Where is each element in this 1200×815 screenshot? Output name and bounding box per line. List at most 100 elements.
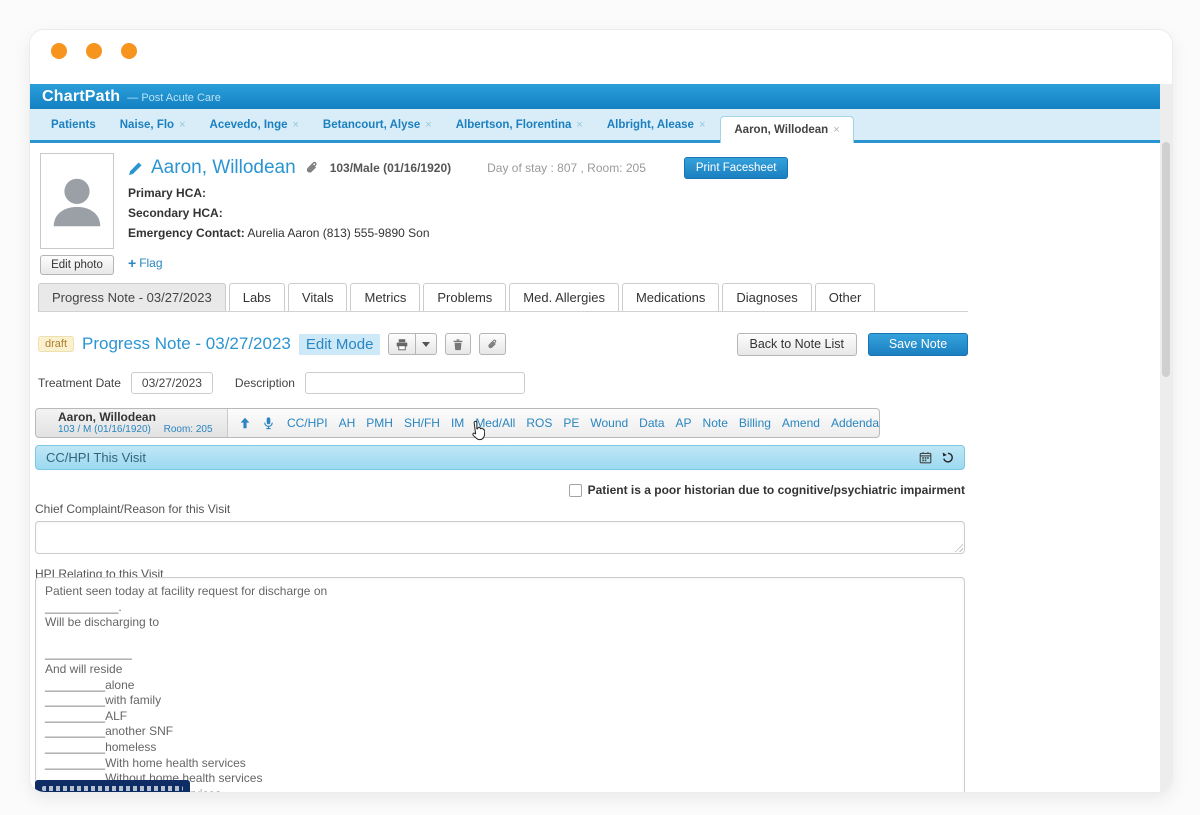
patient-photo — [40, 153, 114, 249]
chart-tab[interactable]: Metrics — [350, 283, 420, 311]
chart-tab[interactable]: Medications — [622, 283, 719, 311]
save-note-button[interactable]: Save Note — [868, 333, 968, 356]
patient-tab[interactable]: Patients — [42, 109, 105, 140]
patient-tab[interactable]: Naise, Flo × — [111, 109, 195, 140]
app-header-bar: ChartPath — Post Acute Care — [30, 84, 1172, 109]
close-icon[interactable]: × — [699, 119, 705, 131]
patient-tab-label: Betancourt, Alyse — [323, 119, 420, 131]
note-nav-link[interactable]: PE — [563, 416, 579, 430]
note-nav-link[interactable]: AP — [676, 416, 692, 430]
close-icon[interactable]: × — [425, 119, 431, 131]
note-nav-link[interactable]: Addenda — [831, 416, 879, 430]
patient-tab-label: Patients — [51, 119, 96, 131]
undo-reset-icon[interactable] — [941, 451, 954, 464]
mouse-cursor — [467, 420, 485, 441]
chart-tab[interactable]: Diagnoses — [722, 283, 811, 311]
status-tag-text-blur — [42, 786, 183, 791]
note-nav-link[interactable]: Amend — [782, 416, 820, 430]
print-options-button[interactable] — [416, 333, 437, 355]
window-dot-icon[interactable] — [121, 43, 137, 59]
nav-patient-name: Aaron, Willodean — [58, 411, 227, 423]
paperclip-icon[interactable] — [304, 160, 320, 176]
print-facesheet-button[interactable]: Print Facesheet — [684, 157, 789, 179]
patient-tab-label: Naise, Flo — [120, 119, 174, 131]
chart-tab[interactable]: Vitals — [288, 283, 348, 311]
patient-tab[interactable]: Albright, Alease × — [598, 109, 715, 140]
note-title: Progress Note - 03/27/2023 — [82, 334, 291, 354]
patient-tab[interactable]: Albertson, Florentina × — [447, 109, 592, 140]
treatment-date-label: Treatment Date — [38, 376, 121, 390]
poor-historian-label: Patient is a poor historian due to cogni… — [588, 483, 965, 497]
patient-demographics: 103/Male (01/16/1920) — [330, 161, 451, 175]
nav-patient-meta: 103 / M (01/16/1920) — [58, 424, 151, 435]
attach-file-button[interactable] — [479, 333, 506, 355]
primary-hca-label: Primary HCA: — [128, 186, 206, 200]
print-note-button[interactable] — [388, 333, 416, 355]
dictation-button[interactable] — [262, 416, 275, 431]
patient-tab[interactable]: Aaron, Willodean × — [720, 116, 853, 143]
hpi-textarea[interactable]: Patient seen today at facility request f… — [35, 577, 965, 792]
close-icon[interactable]: × — [833, 124, 839, 136]
cchpi-section-title: CC/HPI This Visit — [46, 450, 146, 465]
chart-tab[interactable]: Med. Allergies — [509, 283, 619, 311]
unreadable-status-tag — [35, 780, 190, 792]
nav-patient-chip[interactable]: Aaron, Willodean 103 / M (01/16/1920) Ro… — [36, 409, 228, 437]
patient-tab[interactable]: Betancourt, Alyse × — [314, 109, 441, 140]
calendar-icon[interactable] — [919, 451, 932, 464]
note-nav-links: CC/HPIAHPMHSH/FHIMMed/AllROSPEWoundDataA… — [287, 416, 879, 430]
note-nav-link[interactable]: IM — [451, 416, 464, 430]
scroll-top-button[interactable] — [238, 416, 252, 430]
patient-name: Aaron, Willodean — [151, 157, 296, 179]
patient-stay-info: Day of stay : 807 , Room: 205 — [487, 161, 646, 175]
chief-complaint-textarea[interactable] — [35, 521, 965, 554]
close-icon[interactable]: × — [179, 119, 185, 131]
note-nav-link[interactable]: ROS — [526, 416, 552, 430]
note-nav-link[interactable]: Data — [639, 416, 664, 430]
chart-tab[interactable]: Labs — [229, 283, 285, 311]
treatment-date-row: Treatment Date Description — [38, 372, 525, 394]
patient-tab-label: Albertson, Florentina — [456, 119, 572, 131]
draft-status-badge: draft — [38, 336, 74, 352]
note-nav-link[interactable]: Note — [703, 416, 728, 430]
edit-photo-button[interactable]: Edit photo — [40, 255, 114, 275]
window-dot-icon[interactable] — [86, 43, 102, 59]
note-nav-link[interactable]: AH — [339, 416, 356, 430]
window-dot-icon[interactable] — [51, 43, 67, 59]
app-window: ChartPath — Post Acute Care Patients Nai… — [30, 30, 1172, 792]
note-nav-link[interactable]: PMH — [366, 416, 393, 430]
note-nav-link[interactable]: SH/FH — [404, 416, 440, 430]
flag-label: Flag — [139, 256, 162, 270]
chart-tab[interactable]: Progress Note - 03/27/2023 — [38, 283, 226, 311]
note-nav-link[interactable]: CC/HPI — [287, 416, 328, 430]
poor-historian-checkbox[interactable] — [569, 484, 582, 497]
poor-historian-row: Patient is a poor historian due to cogni… — [569, 483, 965, 497]
window-titlebar — [30, 30, 1172, 84]
printer-icon — [395, 338, 409, 351]
scrollbar-thumb[interactable] — [1162, 142, 1170, 377]
edit-mode-indicator[interactable]: Edit Mode — [299, 334, 381, 355]
chart-tab[interactable]: Problems — [423, 283, 506, 311]
note-nav-link[interactable]: Billing — [739, 416, 771, 430]
add-flag-link[interactable]: + Flag — [128, 255, 988, 271]
description-label: Description — [235, 376, 295, 390]
treatment-date-input[interactable] — [131, 372, 213, 394]
page-scrollbar[interactable] — [1160, 84, 1172, 792]
emergency-contact-label: Emergency Contact: — [128, 226, 245, 240]
chart-tab[interactable]: Other — [815, 283, 876, 311]
close-icon[interactable]: × — [292, 119, 298, 131]
note-nav-link[interactable]: Wound — [590, 416, 628, 430]
patient-tab-label: Aaron, Willodean — [734, 124, 828, 136]
note-section-nav: Aaron, Willodean 103 / M (01/16/1920) Ro… — [35, 408, 880, 438]
chart-tab-bar: Progress Note - 03/27/2023LabsVitalsMetr… — [38, 283, 968, 312]
patient-tab-label: Acevedo, Inge — [210, 119, 288, 131]
description-input[interactable] — [305, 372, 525, 394]
delete-note-button[interactable] — [445, 333, 471, 355]
window-controls — [51, 43, 137, 59]
patient-tab[interactable]: Acevedo, Inge × — [201, 109, 308, 140]
back-to-note-list-button[interactable]: Back to Note List — [737, 333, 858, 356]
close-icon[interactable]: × — [576, 119, 582, 131]
cchpi-section-header[interactable]: CC/HPI This Visit — [35, 445, 965, 470]
pencil-edit-icon[interactable] — [128, 161, 143, 176]
trash-icon — [452, 338, 464, 351]
caret-down-icon — [422, 342, 430, 347]
